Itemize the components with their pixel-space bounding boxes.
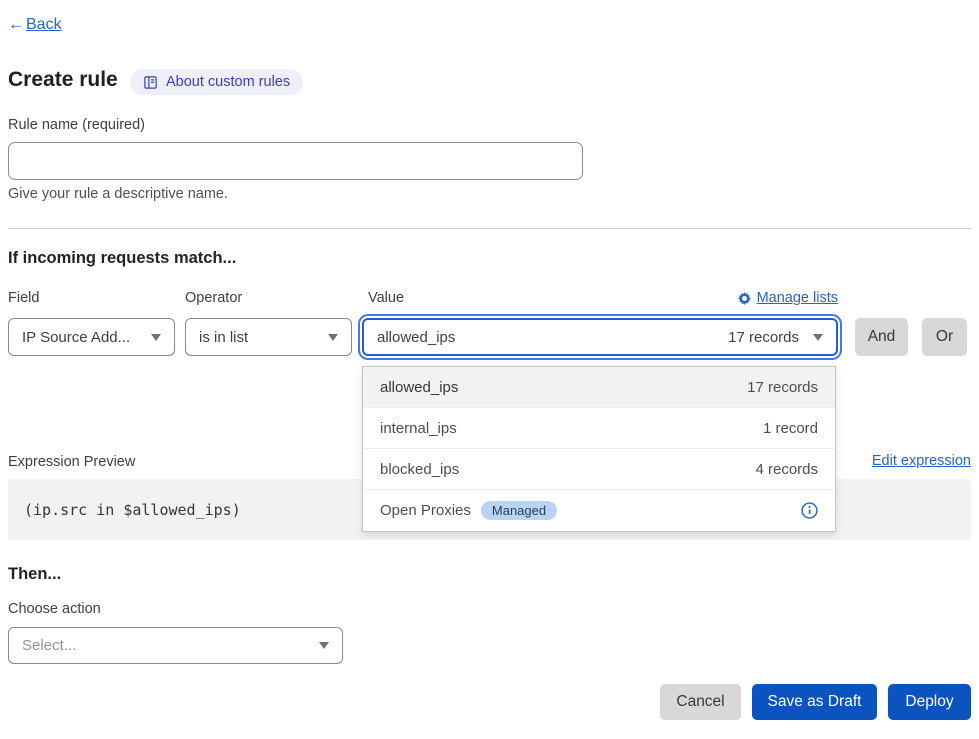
choose-action-label: Choose action (8, 601, 101, 617)
save-as-draft-button[interactable]: Save as Draft (752, 684, 877, 720)
chevron-down-icon (319, 642, 329, 649)
chevron-down-icon (151, 334, 161, 341)
back-link-label: Back (26, 16, 62, 34)
action-select[interactable]: Select... (8, 627, 343, 664)
match-section-heading: If incoming requests match... (8, 249, 236, 268)
gear-icon (738, 292, 751, 305)
then-section-heading: Then... (8, 565, 61, 584)
rule-name-input[interactable] (8, 142, 583, 180)
operator-select[interactable]: is in list (185, 318, 352, 356)
manage-lists-link[interactable]: Manage lists (738, 290, 838, 306)
expression-preview-label: Expression Preview (8, 454, 135, 470)
list-item-name: blocked_ips (380, 461, 745, 478)
value-select-record-count: 17 records (728, 329, 799, 346)
section-divider (8, 228, 971, 229)
cancel-button[interactable]: Cancel (660, 684, 741, 720)
list-item-count: 1 record (763, 420, 818, 437)
operator-label: Operator (185, 290, 242, 306)
back-arrow-icon: ← (8, 16, 24, 34)
operator-select-value: is in list (199, 329, 314, 346)
page-title: Create rule (8, 68, 118, 92)
back-link[interactable]: ←Back (8, 16, 62, 34)
rule-name-label: Rule name (required) (8, 117, 145, 133)
info-icon[interactable] (801, 502, 818, 519)
create-rule-page: ←Back Create rule About custom rules Rul… (0, 0, 979, 739)
and-button[interactable]: And (855, 318, 908, 356)
list-item-name: allowed_ips (380, 379, 737, 396)
field-label: Field (8, 290, 39, 306)
value-label: Value (368, 290, 404, 306)
value-select[interactable]: allowed_ips 17 records (362, 318, 838, 356)
chevron-down-icon (328, 334, 338, 341)
list-item-internal-ips[interactable]: internal_ips 1 record (363, 408, 835, 449)
managed-badge: Managed (481, 501, 557, 520)
expression-code: (ip.src in $allowed_ips) (24, 501, 241, 519)
about-badge-label: About custom rules (166, 74, 290, 90)
list-item-allowed-ips[interactable]: allowed_ips 17 records (363, 367, 835, 408)
list-item-name: Open Proxies (380, 502, 471, 519)
edit-expression-link[interactable]: Edit expression (872, 453, 971, 469)
field-select-value: IP Source Add... (22, 329, 137, 346)
list-item-open-proxies[interactable]: Open Proxies Managed (363, 490, 835, 531)
list-item-name: internal_ips (380, 420, 753, 437)
or-button[interactable]: Or (922, 318, 967, 356)
rule-name-helper-text: Give your rule a descriptive name. (8, 186, 228, 202)
value-select-value: allowed_ips (377, 329, 714, 346)
field-select[interactable]: IP Source Add... (8, 318, 175, 356)
chevron-down-icon (813, 334, 823, 341)
list-item-count: 4 records (755, 461, 818, 478)
list-item-blocked-ips[interactable]: blocked_ips 4 records (363, 449, 835, 490)
about-custom-rules-badge[interactable]: About custom rules (130, 69, 303, 95)
book-icon (143, 75, 158, 90)
value-dropdown-panel: allowed_ips 17 records internal_ips 1 re… (362, 366, 836, 532)
manage-lists-label: Manage lists (757, 290, 838, 306)
list-item-count: 17 records (747, 379, 818, 396)
deploy-button[interactable]: Deploy (888, 684, 971, 720)
action-select-placeholder: Select... (22, 637, 305, 654)
